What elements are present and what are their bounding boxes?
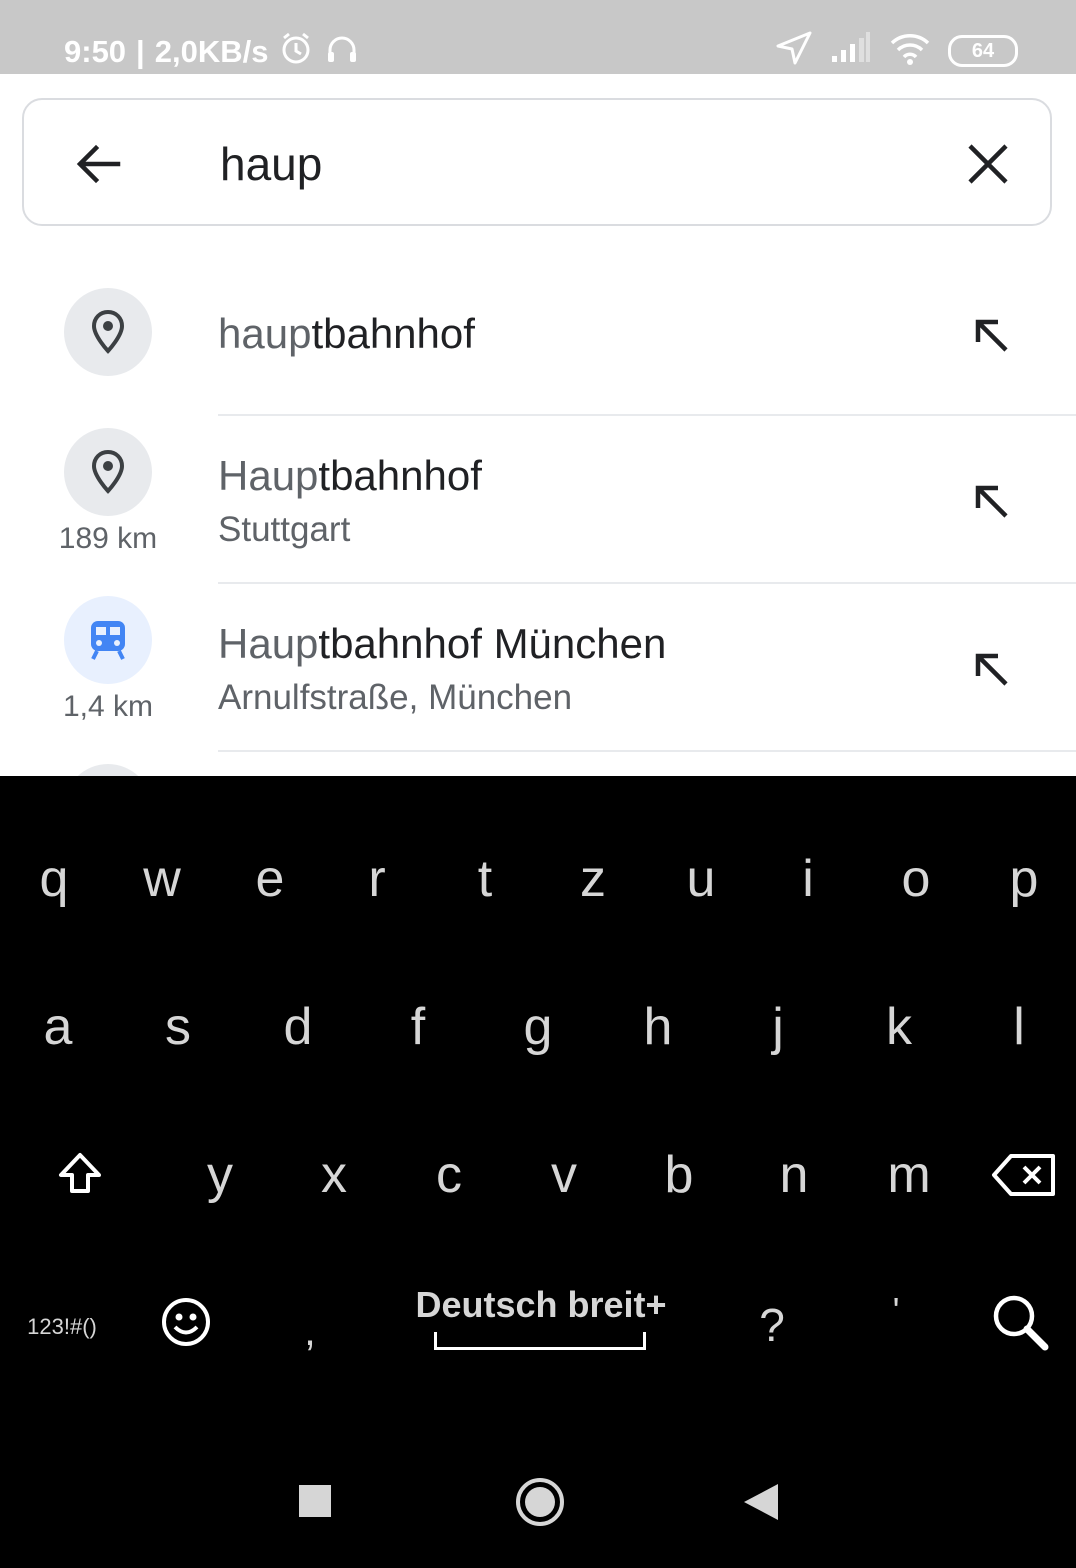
key-m[interactable]: m	[859, 1120, 959, 1230]
clear-button[interactable]	[962, 138, 1014, 190]
key-question-mark[interactable]: ?	[722, 1270, 822, 1380]
headphones-icon	[324, 30, 360, 74]
key-s[interactable]: s	[128, 972, 228, 1082]
key-z[interactable]: z	[543, 824, 643, 934]
key-e[interactable]: e	[220, 824, 320, 934]
key-j[interactable]: j	[728, 972, 828, 1082]
divider	[218, 750, 1076, 752]
key-g[interactable]: g	[488, 972, 588, 1082]
search-input[interactable]: haup	[220, 134, 322, 194]
key-k[interactable]: k	[849, 972, 949, 1082]
arrow-back-icon	[76, 144, 121, 184]
key-u[interactable]: u	[651, 824, 751, 934]
key-a[interactable]: a	[8, 972, 108, 1082]
key-c[interactable]: c	[399, 1120, 499, 1230]
battery-indicator: 64	[948, 34, 1018, 67]
key-o[interactable]: o	[866, 824, 966, 934]
train-icon	[91, 621, 125, 660]
symbols-key[interactable]: 123!#()	[12, 1314, 112, 1340]
location-pin-icon	[91, 449, 125, 494]
backspace-icon	[992, 1154, 1055, 1196]
key-w[interactable]: w	[112, 824, 212, 934]
suggestion-item[interactable]: hauptbahnhof	[0, 274, 1076, 414]
wifi-icon	[888, 31, 932, 70]
key-apostrophe[interactable]: '	[846, 1256, 946, 1366]
status-time: 9:50	[64, 34, 127, 69]
shift-key[interactable]	[30, 1120, 130, 1230]
key-q[interactable]: q	[4, 824, 104, 934]
smiley-icon	[162, 1298, 210, 1346]
shift-icon	[59, 1153, 101, 1193]
key-n[interactable]: n	[744, 1120, 844, 1230]
key-comma[interactable]: ,	[260, 1276, 360, 1386]
back-nav-button[interactable]	[740, 1480, 784, 1524]
suggestion-title: Hauptbahnhof München	[218, 620, 667, 667]
alarm-icon	[278, 30, 314, 74]
key-i[interactable]: i	[758, 824, 858, 934]
arrow-north-west-icon	[975, 653, 1008, 686]
status-network-speed: 2,0KB/s	[154, 34, 269, 69]
suggestion-title: hauptbahnhof	[218, 310, 475, 357]
square-icon	[299, 1485, 331, 1517]
arrow-north-west-icon	[975, 319, 1008, 352]
suggestion-item[interactable]: 1,4 km Hauptbahnhof München Arnulfstraße…	[0, 584, 1076, 750]
suggestion-subtitle: Arnulfstraße, München	[218, 678, 573, 717]
key-d[interactable]: d	[248, 972, 348, 1082]
space-bar-indicator	[434, 1332, 646, 1350]
location-arrow-icon	[774, 30, 814, 71]
search-bar: haup	[22, 98, 1052, 226]
suggestion-subtitle: Stuttgart	[218, 510, 351, 549]
key-h[interactable]: h	[608, 972, 708, 1082]
key-v[interactable]: v	[514, 1120, 614, 1230]
suggestion-item[interactable]: 189 km Hauptbahnhof Stuttgart	[0, 416, 1076, 582]
close-icon	[968, 144, 1008, 184]
signal-icon	[830, 32, 872, 69]
space-key[interactable]: Deutsch breit+	[400, 1278, 682, 1368]
key-t[interactable]: t	[435, 824, 535, 934]
fill-query-button[interactable]	[968, 312, 1014, 358]
system-navigation-bar	[0, 1430, 1076, 1568]
fill-query-button[interactable]	[968, 646, 1014, 692]
circle-icon	[516, 1478, 564, 1526]
arrow-north-west-icon	[975, 485, 1008, 518]
maps-search-screen: haup hauptbahnhof 189 km Hauptbahnhof St…	[0, 74, 1076, 776]
recents-button[interactable]	[296, 1482, 336, 1522]
back-button[interactable]	[70, 136, 126, 192]
location-pin-icon	[91, 309, 125, 354]
distance-label: 1,4 km	[62, 690, 154, 723]
fill-query-button[interactable]	[968, 478, 1014, 524]
key-p[interactable]: p	[974, 824, 1074, 934]
distance-label: 189 km	[58, 522, 158, 555]
space-key-label: Deutsch breit+	[415, 1284, 667, 1325]
search-key[interactable]	[970, 1268, 1070, 1378]
backspace-key[interactable]	[974, 1120, 1074, 1230]
search-icon	[993, 1295, 1049, 1351]
status-bar: 9:50 | 2,0KB/s 64	[0, 0, 1076, 74]
suggestion-title: Hauptbahnhof	[218, 452, 482, 499]
emoji-key[interactable]	[136, 1268, 236, 1378]
key-f[interactable]: f	[368, 972, 468, 1082]
home-button[interactable]	[512, 1474, 568, 1530]
key-r[interactable]: r	[327, 824, 427, 934]
next-suggestion-icon-partial	[64, 764, 152, 776]
key-x[interactable]: x	[284, 1120, 384, 1230]
key-y[interactable]: y	[170, 1120, 270, 1230]
key-l[interactable]: l	[969, 972, 1069, 1082]
key-b[interactable]: b	[629, 1120, 729, 1230]
triangle-back-icon	[744, 1484, 778, 1520]
